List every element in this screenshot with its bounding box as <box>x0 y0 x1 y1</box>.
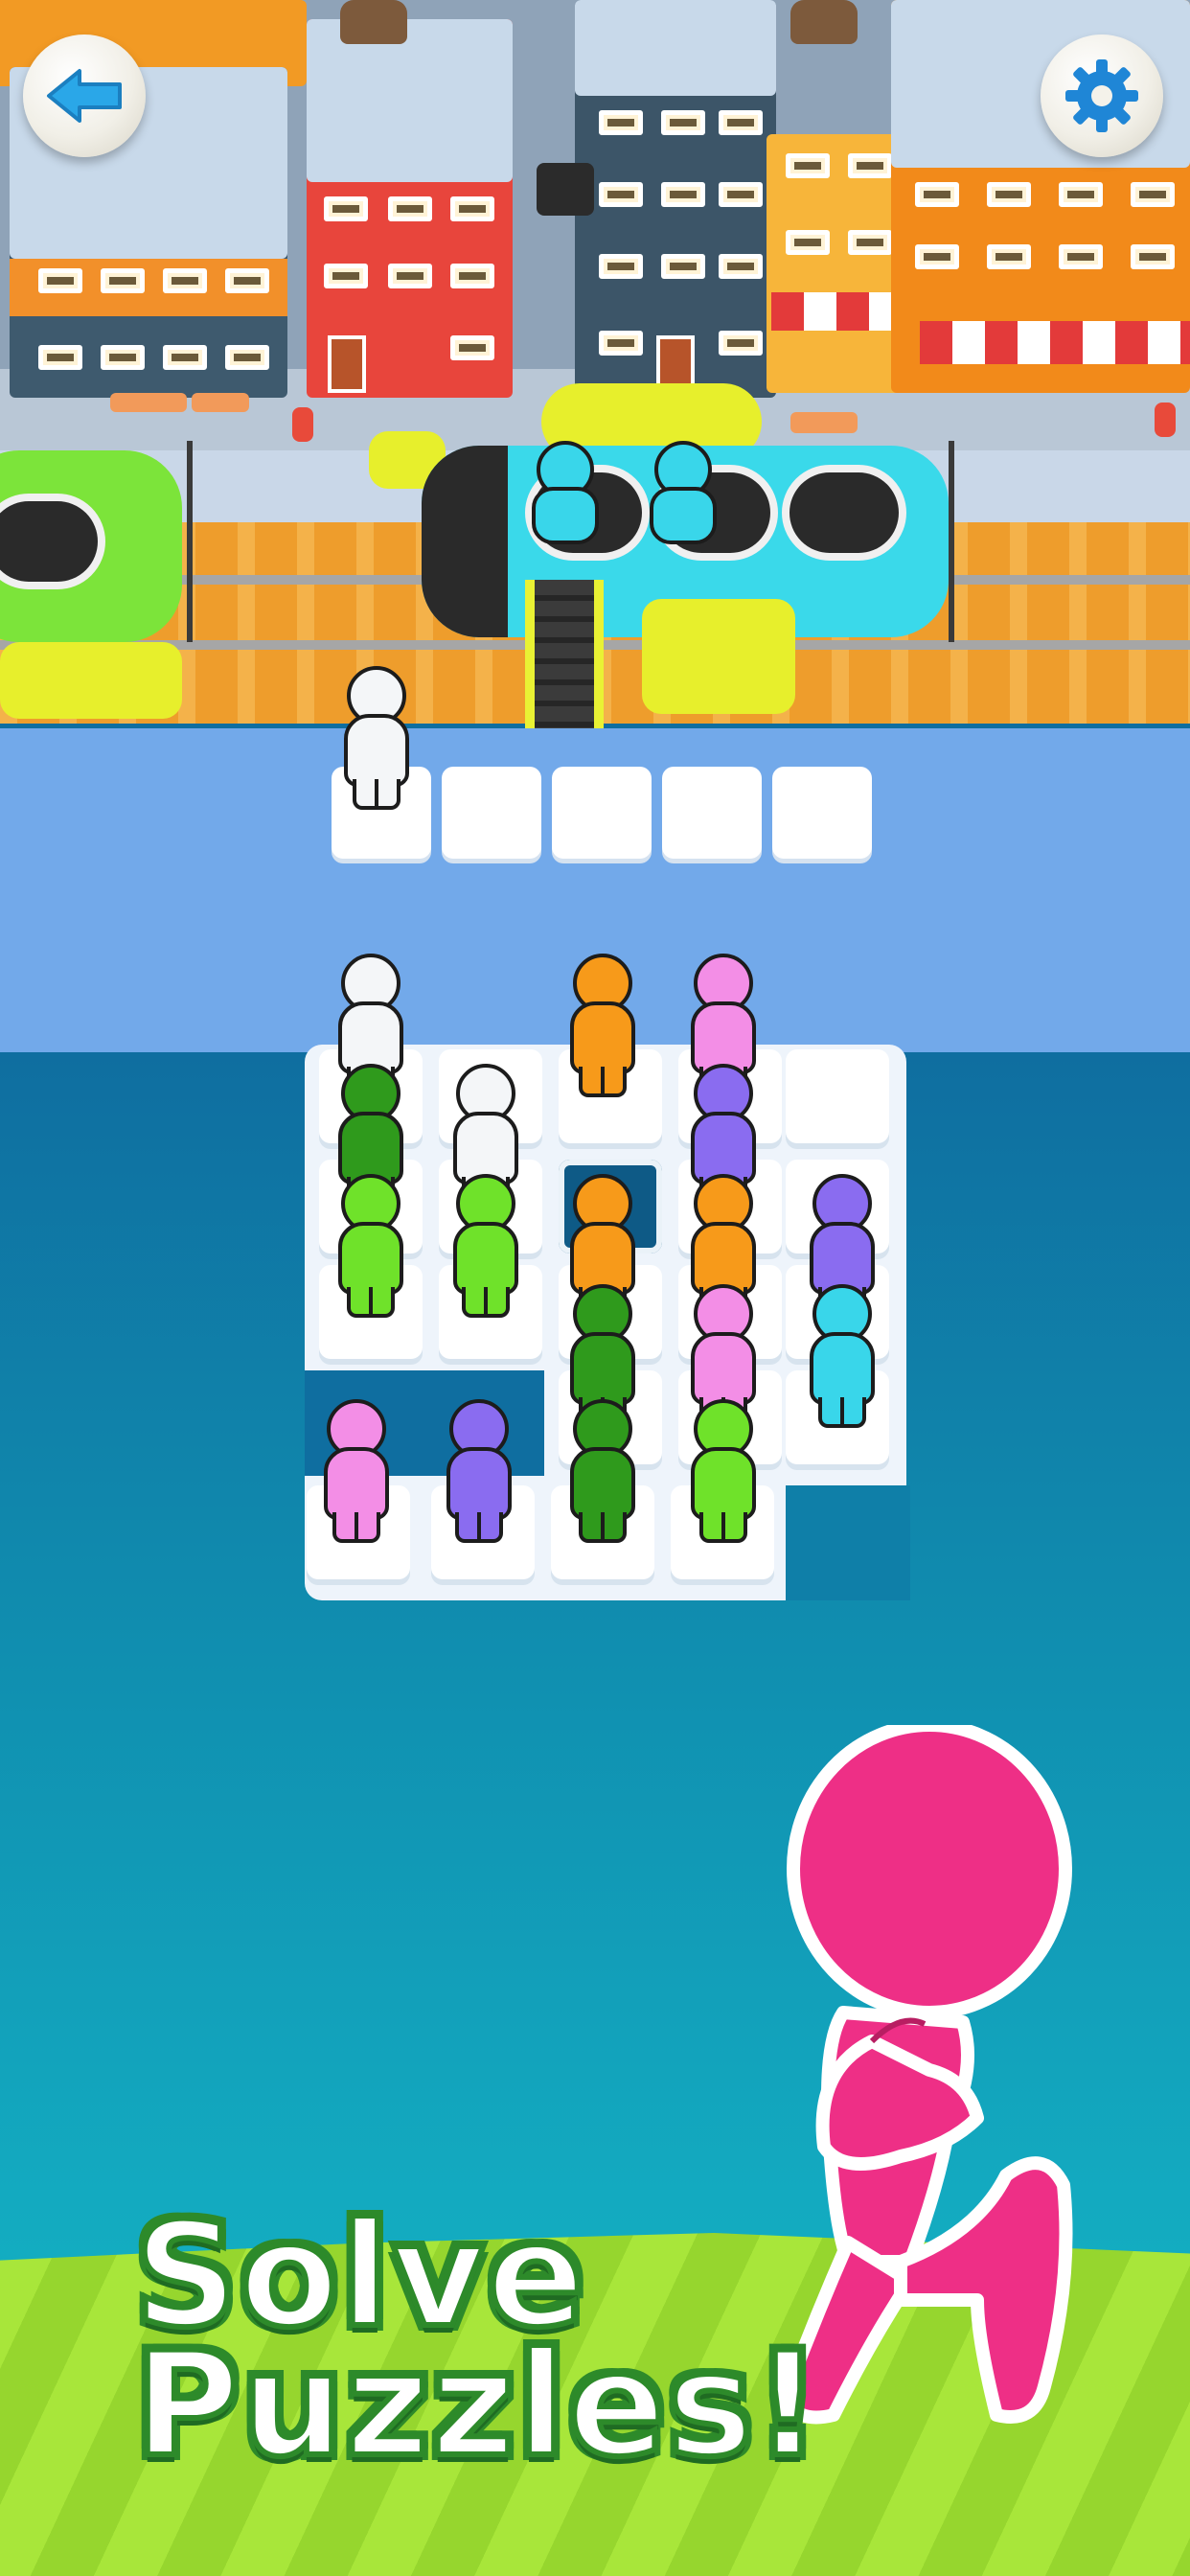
person-pink[interactable] <box>321 1399 392 1543</box>
person-green-light[interactable] <box>335 1174 406 1318</box>
hydrant <box>1155 402 1176 437</box>
back-arrow-icon <box>47 69 122 123</box>
board-gap <box>786 1485 910 1600</box>
train-base <box>0 642 182 719</box>
person-green-light[interactable] <box>688 1399 759 1543</box>
train-passenger <box>650 441 717 546</box>
water-tank <box>340 0 407 44</box>
person-green-light[interactable] <box>450 1174 521 1318</box>
person-orange[interactable] <box>567 954 638 1097</box>
gate-pole <box>187 441 193 642</box>
board-tile[interactable] <box>786 1049 889 1143</box>
water-tank <box>790 0 858 44</box>
gear-icon <box>1065 59 1138 132</box>
queue-slot[interactable] <box>552 767 652 859</box>
dumpster <box>537 163 594 216</box>
train-car-green <box>0 450 182 642</box>
queued-person-white[interactable] <box>341 666 412 810</box>
building <box>575 0 776 398</box>
queue-slot[interactable] <box>662 767 762 859</box>
person-purple[interactable] <box>444 1399 515 1543</box>
building <box>767 134 910 393</box>
back-button[interactable] <box>23 34 146 157</box>
person-green-dark[interactable] <box>567 1399 638 1543</box>
train-base <box>642 599 795 714</box>
settings-button[interactable] <box>1041 34 1163 157</box>
gate-pole <box>949 441 954 642</box>
person-cyan[interactable] <box>807 1284 878 1428</box>
queue-slot[interactable] <box>772 767 872 859</box>
hydrant <box>292 407 313 442</box>
building <box>307 19 513 398</box>
banner-line-2: Puzzles! <box>131 2322 823 2489</box>
train-passenger <box>532 441 599 546</box>
queue-slot[interactable] <box>442 767 541 859</box>
